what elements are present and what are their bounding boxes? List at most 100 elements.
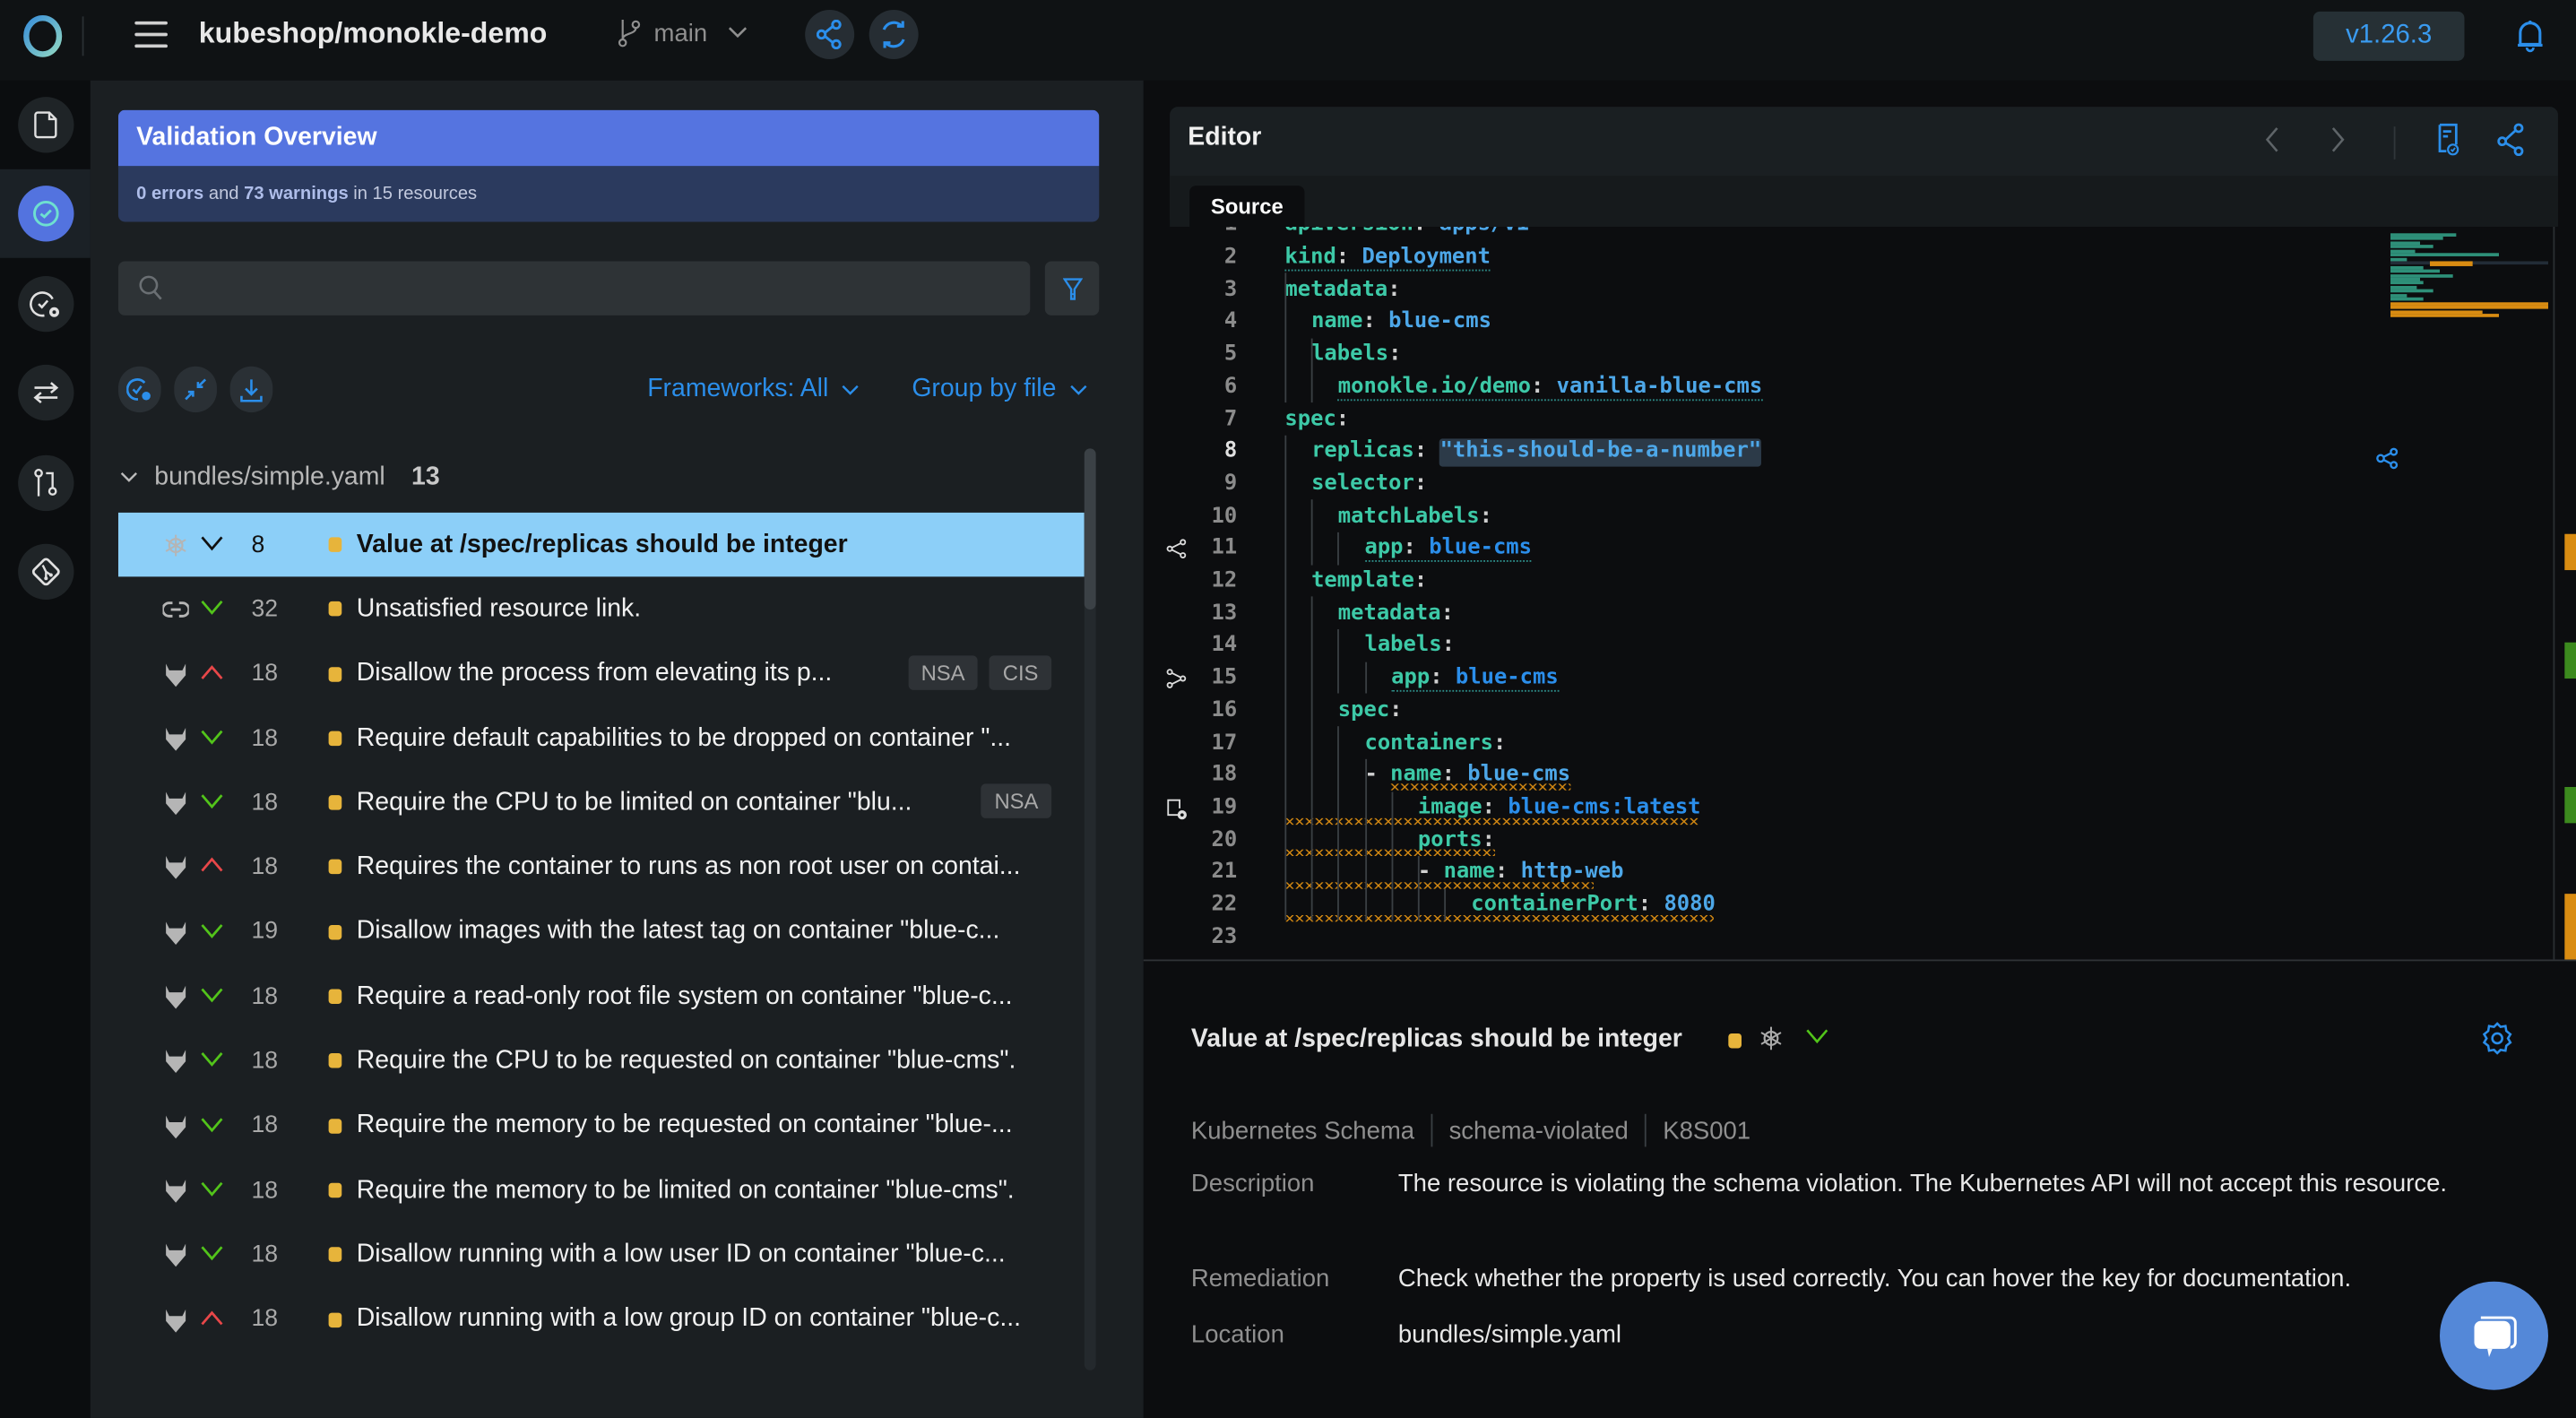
problem-row[interactable]: 18 Disallow running with a low group ID o… [118, 1287, 1085, 1352]
problem-row[interactable]: 18 Require the CPU to be requested on con… [118, 1029, 1085, 1094]
code-editor[interactable]: 1 apiVersion: apps/v1 2 kind: Deployment 3 me… [1144, 226, 2576, 960]
problem-row[interactable]: 18 Require the memory to be requested on … [118, 1094, 1085, 1158]
code-line[interactable]: 14 labels: [1144, 629, 2392, 661]
image-resource-icon[interactable] [1166, 798, 1188, 827]
code-minimap[interactable] [2390, 233, 2548, 332]
menu-hamburger-icon[interactable] [134, 21, 168, 48]
chevron-down-icon[interactable] [1805, 1028, 1828, 1044]
indent-guide [1444, 888, 1447, 921]
chevron-down-icon[interactable] [201, 918, 224, 944]
code-line[interactable]: 10 matchLabels: [1144, 500, 2392, 532]
problem-row[interactable]: 18 Require the memory to be limited on co… [118, 1158, 1085, 1223]
chevron-down-icon[interactable] [201, 1047, 224, 1073]
line-number: 7 [1223, 406, 1238, 432]
code-line[interactable]: 21- name: http-web [1144, 856, 2392, 888]
kubernetes-icon [162, 532, 188, 558]
code-line[interactable]: 2 kind: Deployment [1144, 241, 2392, 273]
problem-row[interactable]: 19 Disallow images with the latest tag on… [118, 900, 1085, 964]
warning-severity-icon [328, 1311, 342, 1327]
group-by-dropdown[interactable]: Group by file [912, 375, 1087, 404]
problem-row[interactable]: 18 Require a read-only root file system o… [118, 964, 1085, 1029]
validate-document-icon[interactable] [2436, 123, 2459, 156]
chevron-up-icon[interactable] [201, 853, 224, 879]
share-button[interactable] [805, 9, 855, 59]
chevron-down-icon[interactable] [201, 595, 224, 621]
frameworks-dropdown[interactable]: Frameworks: All [647, 375, 860, 404]
tab-source[interactable]: Source [1189, 186, 1305, 227]
problem-line-number: 18 [251, 725, 279, 752]
filter-button[interactable] [1044, 261, 1100, 316]
notification-bell-icon[interactable] [2515, 20, 2545, 53]
problem-line-number: 18 [251, 1048, 279, 1075]
code-line[interactable]: 9 selector: [1144, 468, 2392, 500]
chat-support-button[interactable] [2440, 1281, 2548, 1390]
code-line[interactable]: 22 containerPort: 8080 [1144, 888, 2392, 921]
code-line[interactable]: 8 replicas: "this-should-be-a-number" [1144, 436, 2392, 468]
chevron-up-icon[interactable] [201, 1305, 224, 1331]
warning-severity-icon [328, 860, 342, 876]
code-text: labels: [1364, 633, 1455, 659]
code-line[interactable]: 6 monokle.io/demo: vanilla-blue-cms [1144, 370, 2392, 402]
validation-settings-button[interactable] [117, 366, 161, 413]
refresh-button[interactable] [869, 9, 919, 59]
outgoing-link-icon[interactable] [1166, 539, 1187, 565]
problem-row[interactable]: 18 Disallow the process from elevating it… [118, 642, 1085, 706]
editor-toolbar-divider [2393, 126, 2396, 160]
code-line[interactable]: 17 containers: [1144, 727, 2392, 759]
code-line[interactable]: 18 - name: blue-cms [1144, 759, 2392, 791]
monokle-logo-icon[interactable] [22, 14, 65, 57]
indent-guide [1391, 791, 1394, 921]
branch-selector[interactable]: main [618, 18, 747, 48]
chevron-left-icon[interactable] [2264, 126, 2280, 152]
rail-item-files[interactable] [0, 81, 91, 169]
chevron-down-icon[interactable] [201, 789, 224, 815]
chevron-down-icon[interactable] [201, 531, 224, 557]
problem-row[interactable]: 18 Disallow running with a low user ID on… [118, 1223, 1085, 1287]
rail-item-compare[interactable] [0, 349, 91, 437]
code-line[interactable]: 5 labels: [1144, 338, 2392, 370]
chevron-down-icon[interactable] [201, 724, 224, 750]
line-number: 10 [1211, 504, 1238, 529]
chevron-down-icon[interactable] [201, 1111, 224, 1137]
chevron-down-icon[interactable] [201, 982, 224, 1008]
code-line[interactable]: 23 [1144, 921, 2392, 953]
warning-severity-icon [328, 924, 342, 940]
problem-row[interactable]: 18 Require the CPU to be limited on conta… [118, 771, 1085, 835]
code-line[interactable]: 11 app: blue-cms [1144, 532, 2392, 565]
problem-row[interactable]: 18 Requires the container to runs as non … [118, 835, 1085, 900]
chevron-right-icon[interactable] [2330, 126, 2346, 152]
code-line[interactable]: 1 apiVersion: apps/v1 [1144, 227, 2392, 241]
problem-list-scrollbar[interactable] [1084, 448, 1096, 1370]
chevron-down-icon[interactable] [201, 1241, 224, 1267]
code-line[interactable]: 3 metadata: [1144, 273, 2392, 306]
file-group-header[interactable]: bundles/simple.yaml 13 [118, 463, 440, 493]
code-line[interactable]: 15 app: blue-cms [1144, 661, 2392, 694]
collapse-all-button[interactable] [174, 366, 217, 413]
version-badge[interactable]: v1.26.3 [2312, 11, 2465, 61]
problem-row[interactable]: 18 Require default capabilities to be dro… [118, 706, 1085, 771]
location-value[interactable]: bundles/simple.yaml [1398, 1316, 2483, 1355]
rail-item-git[interactable] [0, 527, 91, 616]
overview-title: Validation Overview [117, 109, 1100, 167]
problem-row[interactable]: 32 Unsatisfied resource link. [118, 577, 1085, 642]
gear-icon[interactable] [2482, 1022, 2512, 1055]
code-line[interactable]: 19 image: blue-cms:latest [1144, 791, 2392, 824]
code-line[interactable]: 20 ports: [1144, 824, 2392, 856]
code-line[interactable]: 7 spec: [1144, 402, 2392, 435]
problem-row[interactable]: 8 Value at /spec/replicas should be integ… [117, 512, 1085, 577]
code-line[interactable]: 16 spec: [1144, 694, 2392, 726]
search-input[interactable] [117, 261, 1031, 316]
code-line[interactable]: 13 metadata: [1144, 597, 2392, 629]
chevron-up-icon[interactable] [201, 660, 224, 686]
share-icon[interactable] [2497, 123, 2524, 157]
incoming-link-icon[interactable] [1166, 668, 1187, 695]
rail-item-validation-settings[interactable] [0, 260, 91, 349]
download-button[interactable] [229, 366, 273, 413]
editor-scrollbar[interactable] [2553, 226, 2576, 960]
chevron-down-icon[interactable] [201, 1176, 224, 1202]
rail-item-pull-request[interactable] [0, 438, 91, 527]
code-line[interactable]: 4 name: blue-cms [1144, 306, 2392, 338]
code-line[interactable]: 12 template: [1144, 565, 2392, 597]
rail-item-validation[interactable] [0, 169, 91, 258]
indent-guide [1337, 532, 1340, 565]
